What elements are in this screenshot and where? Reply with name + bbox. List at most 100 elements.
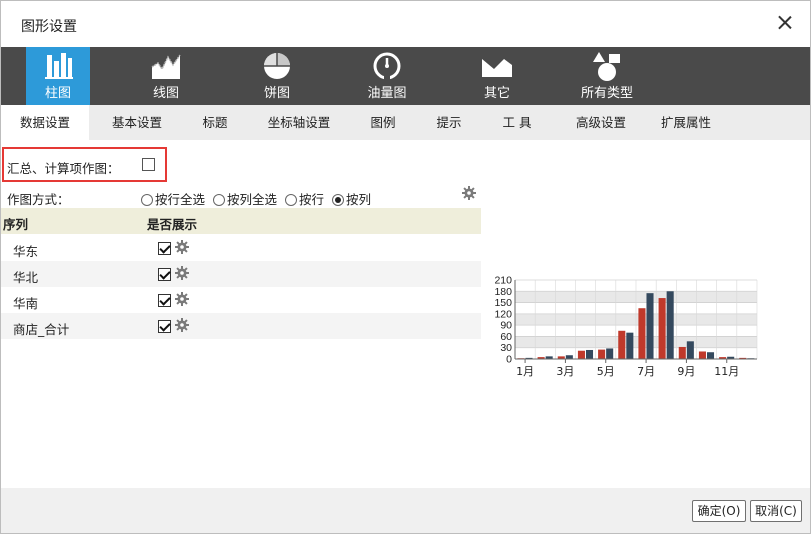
chart-type-other-button[interactable]: 其它 bbox=[465, 47, 529, 105]
bar bbox=[658, 298, 666, 359]
summary-label: 汇总、计算项作图： bbox=[7, 161, 120, 176]
tab-axis-settings[interactable]: 坐标轴设置 bbox=[259, 105, 339, 140]
tab-data-settings[interactable]: 数据设置 bbox=[1, 105, 89, 140]
tab-basic-settings[interactable]: 基本设置 bbox=[99, 105, 175, 140]
table-row: 商店_合计 bbox=[1, 313, 481, 339]
chart-type-gauge-button[interactable]: 油量图 bbox=[354, 47, 420, 105]
row-label: 华北 bbox=[13, 270, 39, 285]
chart-type-label: 所有类型 bbox=[580, 86, 633, 101]
bar bbox=[686, 341, 694, 359]
bar bbox=[706, 352, 715, 359]
radio-icon bbox=[285, 194, 297, 206]
bar bbox=[606, 348, 614, 359]
bar bbox=[598, 349, 606, 359]
table-row: 华东 bbox=[1, 235, 481, 261]
cancel-button[interactable]: 取消(C) bbox=[750, 500, 802, 522]
tab-advanced-settings[interactable]: 高级设置 bbox=[563, 105, 639, 140]
radio-label: 按行全选 bbox=[155, 192, 206, 207]
tab-tools[interactable]: 工 具 bbox=[493, 105, 541, 140]
y-tick-label: 210 bbox=[494, 275, 512, 287]
radio-label: 按行 bbox=[299, 192, 325, 207]
pie-chart-icon bbox=[264, 53, 290, 79]
chart-type-label: 柱图 bbox=[44, 86, 71, 101]
table-row: 华北 bbox=[1, 261, 481, 287]
chart-type-bar-button[interactable]: 柱图 bbox=[26, 47, 90, 105]
y-tick-label: 60 bbox=[500, 331, 512, 343]
settings-tab-bar: 数据设置 基本设置 标题 坐标轴设置 图例 提示 工 具 高级设置 扩展属性 bbox=[1, 105, 810, 140]
chart-type-label: 其它 bbox=[483, 86, 510, 101]
tab-legend[interactable]: 图例 bbox=[359, 105, 407, 140]
title-bar: 图形设置 bbox=[1, 1, 810, 47]
mode-radio-col[interactable]: 按列 bbox=[332, 189, 372, 207]
gear-icon[interactable] bbox=[462, 186, 476, 200]
y-tick-label: 90 bbox=[500, 320, 512, 332]
bar bbox=[565, 355, 573, 359]
radio-icon bbox=[332, 194, 344, 206]
plot-mode-label: 作图方式： bbox=[7, 192, 70, 207]
chart-type-label: 饼图 bbox=[263, 86, 290, 101]
chart-type-label: 油量图 bbox=[367, 86, 407, 101]
other-chart-icon bbox=[482, 59, 512, 77]
dialog-title: 图形设置 bbox=[21, 19, 77, 35]
x-tick-label: 9月 bbox=[677, 365, 695, 378]
bar bbox=[698, 351, 706, 359]
gear-icon[interactable] bbox=[175, 266, 189, 280]
bar bbox=[666, 291, 674, 359]
tab-title[interactable]: 标题 bbox=[191, 105, 239, 140]
y-tick-label: 30 bbox=[500, 342, 512, 354]
radio-label: 按列全选 bbox=[227, 192, 278, 207]
tab-tooltip[interactable]: 提示 bbox=[425, 105, 473, 140]
mode-radio-col-all[interactable]: 按列全选 bbox=[213, 189, 278, 207]
gauge-icon bbox=[373, 52, 401, 80]
bar bbox=[646, 293, 654, 359]
table-row: 华南 bbox=[1, 287, 481, 313]
display-checkbox[interactable] bbox=[158, 242, 171, 255]
gear-icon[interactable] bbox=[175, 292, 189, 306]
y-tick-label: 150 bbox=[494, 297, 512, 309]
bar-chart-icon bbox=[45, 53, 73, 79]
mode-radio-row-all[interactable]: 按行全选 bbox=[141, 189, 206, 207]
row-label: 华东 bbox=[13, 244, 39, 259]
all-types-icon bbox=[593, 52, 620, 81]
display-checkbox[interactable] bbox=[158, 320, 171, 333]
display-checkbox[interactable] bbox=[158, 294, 171, 307]
bar bbox=[626, 332, 634, 359]
row-label: 商店_合计 bbox=[13, 322, 70, 337]
bar bbox=[638, 308, 646, 359]
chart-type-bar: 柱图 线图 饼图 油量图 其它 所有类型 bbox=[1, 47, 810, 105]
chart-preview: 0306090120150180210 1月 3月 5月 7月 9月 11月 bbox=[494, 275, 758, 378]
x-tick-label: 7月 bbox=[637, 365, 655, 378]
chart-type-pie-button[interactable]: 饼图 bbox=[245, 47, 309, 105]
display-checkbox[interactable] bbox=[158, 268, 171, 281]
gear-icon[interactable] bbox=[175, 240, 189, 254]
bar bbox=[585, 349, 594, 359]
mode-radio-row[interactable]: 按行 bbox=[285, 189, 325, 207]
radio-icon bbox=[213, 194, 225, 206]
y-tick-label: 0 bbox=[506, 354, 512, 366]
x-tick-label: 1月 bbox=[516, 365, 534, 378]
chart-type-label: 线图 bbox=[152, 86, 179, 101]
y-tick-label: 180 bbox=[494, 286, 512, 298]
x-tick-label: 3月 bbox=[556, 365, 574, 378]
dialog-footer bbox=[1, 488, 810, 533]
header-series: 序列 bbox=[3, 217, 29, 232]
close-icon[interactable] bbox=[774, 12, 796, 34]
radio-label: 按列 bbox=[346, 192, 372, 207]
bar bbox=[678, 346, 686, 359]
tab-extended-properties[interactable]: 扩展属性 bbox=[653, 105, 719, 140]
bar bbox=[577, 350, 585, 359]
x-tick-label: 11月 bbox=[714, 365, 739, 378]
chart-type-line-button[interactable]: 线图 bbox=[134, 47, 198, 105]
chart-type-all-button[interactable]: 所有类型 bbox=[573, 47, 641, 105]
y-tick-label: 120 bbox=[494, 308, 512, 320]
ok-button[interactable]: 确定(O) bbox=[692, 500, 746, 522]
series-table-header: 序列 是否展示 bbox=[1, 208, 481, 234]
gear-icon[interactable] bbox=[175, 318, 189, 332]
chart-settings-dialog: 图形设置 柱图 线图 饼图 油量图 其它 所有类型 数据设置 基本设置 标题 坐… bbox=[0, 0, 811, 534]
row-label: 华南 bbox=[13, 296, 39, 311]
header-display: 是否展示 bbox=[147, 217, 198, 232]
radio-icon bbox=[141, 194, 153, 206]
summary-checkbox[interactable] bbox=[142, 158, 155, 171]
area-chart-icon bbox=[151, 54, 181, 79]
x-tick-label: 5月 bbox=[597, 365, 615, 378]
